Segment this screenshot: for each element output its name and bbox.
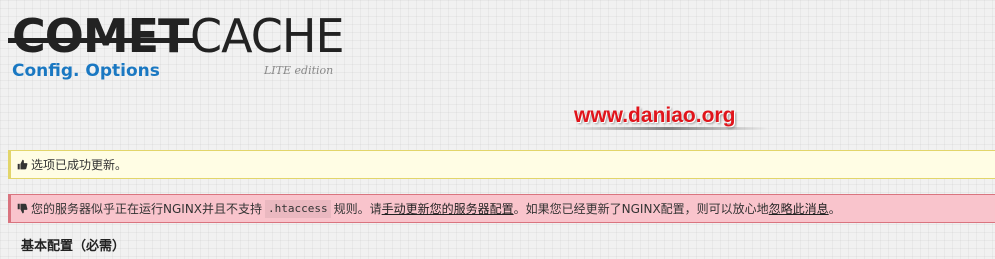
htaccess-code: .htaccess bbox=[265, 199, 331, 218]
nginx-warning-notice: 您的服务器似乎正在运行NGINX并且不支持 .htaccess 规则。请 手动更… bbox=[8, 194, 995, 223]
error-text-before: 您的服务器似乎正在运行NGINX并且不支持 bbox=[31, 201, 263, 216]
error-text-after: 。如果您已经更新了NGINX配置，则可以放心地 bbox=[513, 201, 769, 216]
basic-config-heading: 基本配置（必需） bbox=[21, 239, 126, 254]
logo-edition: LITE edition bbox=[264, 64, 334, 77]
success-notice-text: 选项已成功更新。 bbox=[31, 157, 128, 172]
dismiss-notice-link[interactable]: 忽略此消息 bbox=[769, 200, 829, 218]
comet-cache-logo: COMET CACHE Config. Options LITE edition bbox=[8, 6, 348, 86]
logo-comet-text: COMET bbox=[12, 9, 189, 63]
watermark-text: www.daniao.org bbox=[574, 104, 736, 127]
error-text-end: 。 bbox=[828, 201, 841, 216]
thumbs-down-icon bbox=[16, 203, 28, 215]
logo-cache-text: CACHE bbox=[190, 9, 345, 63]
watermark-underline bbox=[568, 127, 768, 130]
logo-subtitle: Config. Options bbox=[12, 61, 160, 81]
logo-comet-strike bbox=[8, 38, 194, 43]
thumbs-up-icon bbox=[16, 159, 28, 171]
error-text-mid: 规则。请 bbox=[333, 201, 382, 216]
success-notice: 选项已成功更新。 bbox=[8, 150, 995, 179]
update-server-config-link[interactable]: 手动更新您的服务器配置 bbox=[382, 200, 514, 218]
